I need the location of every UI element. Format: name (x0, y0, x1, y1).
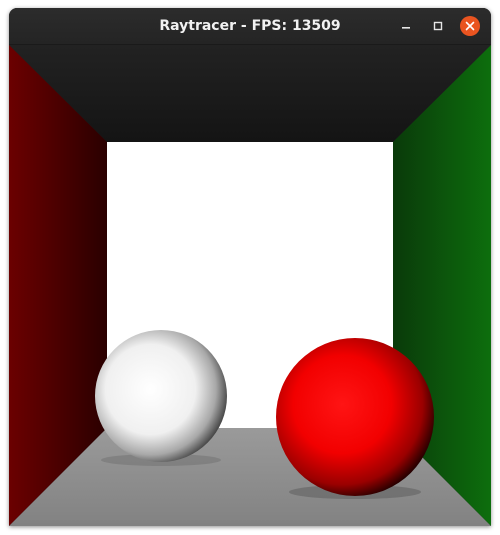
white-sphere (95, 330, 227, 462)
maximize-icon (433, 21, 443, 31)
maximize-button[interactable] (428, 16, 448, 36)
render-viewport[interactable] (9, 45, 491, 526)
minimize-button[interactable] (396, 16, 416, 36)
close-icon (465, 21, 475, 31)
app-window: Raytracer - FPS: 13509 (9, 8, 491, 526)
window-title: Raytracer - FPS: 13509 (159, 18, 341, 34)
raytraced-scene (9, 45, 491, 526)
close-button[interactable] (460, 16, 480, 36)
red-sphere (276, 338, 434, 496)
title-bar[interactable]: Raytracer - FPS: 13509 (9, 8, 491, 45)
minimize-icon (402, 27, 410, 29)
